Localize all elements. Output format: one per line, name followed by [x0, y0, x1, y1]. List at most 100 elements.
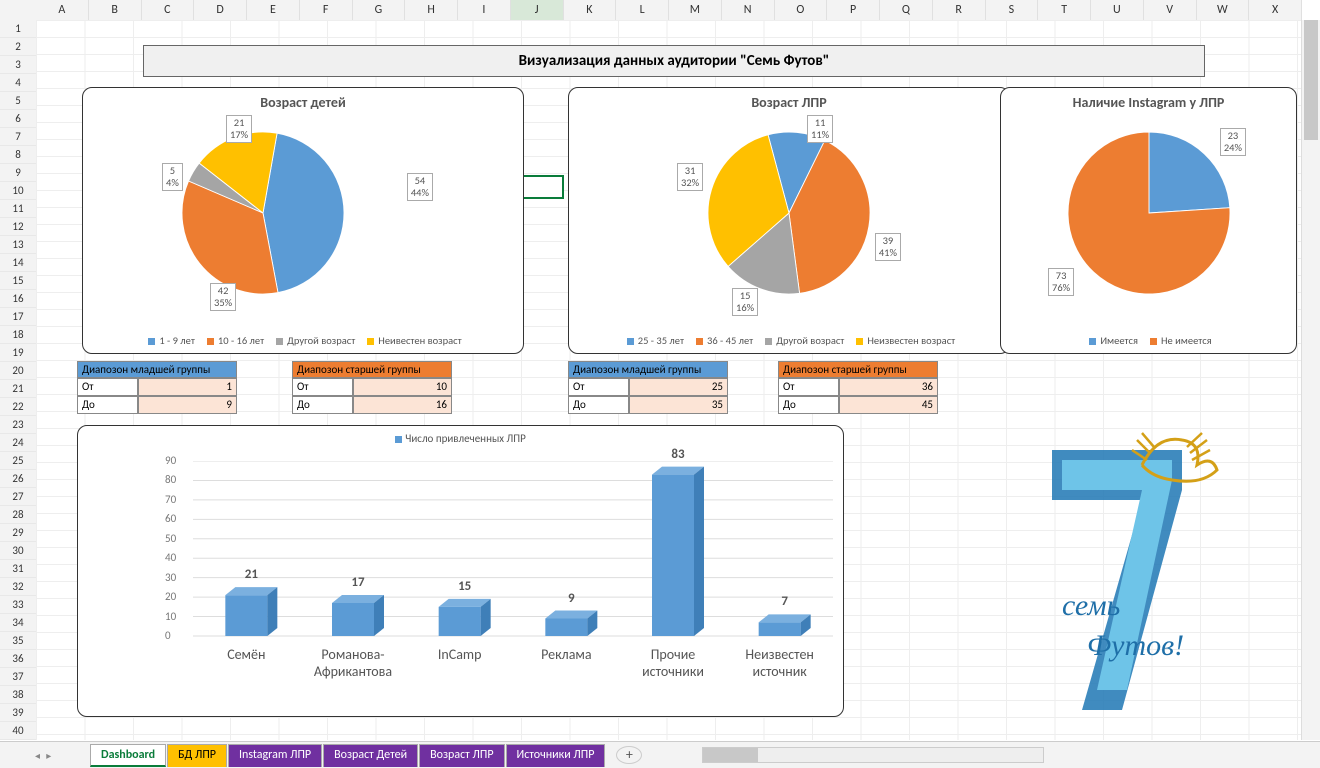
- row-header-1[interactable]: 1: [0, 20, 36, 38]
- row-header-32[interactable]: 32: [0, 578, 36, 596]
- page-title: Визуализация данных аудитории "Семь Футо…: [143, 45, 1205, 77]
- row-header-33[interactable]: 33: [0, 596, 36, 614]
- bar-category: Реклама: [513, 646, 620, 663]
- row-header-25[interactable]: 25: [0, 452, 36, 470]
- col-header-J[interactable]: J: [511, 0, 564, 20]
- bar-legend: Число привлеченных ЛПР: [78, 432, 843, 445]
- select-all-corner[interactable]: [0, 0, 37, 21]
- row-header-18[interactable]: 18: [0, 326, 36, 344]
- row-header-12[interactable]: 12: [0, 218, 36, 236]
- row-header-38[interactable]: 38: [0, 686, 36, 704]
- row-header-15[interactable]: 15: [0, 272, 36, 290]
- row-header-16[interactable]: 16: [0, 290, 36, 308]
- chart-children-age: Возраст детей 5444% 4235% 54% 2117% 1 - …: [82, 87, 524, 354]
- row-header-21[interactable]: 21: [0, 380, 36, 398]
- bar-value: 83: [647, 447, 709, 462]
- row-header-31[interactable]: 31: [0, 560, 36, 578]
- chart-lpr-age: Возраст ЛПР 1111% 3941% 1516% 3132% 25 -…: [568, 87, 1010, 354]
- row-header-29[interactable]: 29: [0, 524, 36, 542]
- y-tick: 30: [165, 571, 176, 584]
- chart-legend: ИмеетсяНе имеется: [1001, 334, 1296, 347]
- y-tick: 70: [165, 493, 176, 506]
- row-header-3[interactable]: 3: [0, 56, 36, 74]
- col-header-X[interactable]: X: [1249, 0, 1302, 20]
- bar-category: Неизвестенисточник: [726, 646, 833, 680]
- col-header-V[interactable]: V: [1144, 0, 1197, 20]
- pie-chart: [699, 123, 879, 303]
- row-header-34[interactable]: 34: [0, 614, 36, 632]
- row-header-6[interactable]: 6: [0, 110, 36, 128]
- sheet-tab[interactable]: Instagram ЛПР: [228, 744, 322, 767]
- row-header-19[interactable]: 19: [0, 344, 36, 362]
- col-header-G[interactable]: G: [353, 0, 406, 20]
- col-header-N[interactable]: N: [722, 0, 775, 20]
- col-header-B[interactable]: B: [89, 0, 142, 20]
- row-header-14[interactable]: 14: [0, 254, 36, 272]
- row-header-7[interactable]: 7: [0, 128, 36, 146]
- col-header-T[interactable]: T: [1038, 0, 1091, 20]
- sheet-tab[interactable]: БД ЛПР: [167, 744, 227, 767]
- bar-category: InCamp: [406, 646, 513, 663]
- row-header-24[interactable]: 24: [0, 434, 36, 452]
- col-header-E[interactable]: E: [247, 0, 300, 20]
- horizontal-scrollbar[interactable]: [702, 747, 1044, 763]
- sheet-tabs: ◂ ▸ DashboardБД ЛПРInstagram ЛПРВозраст …: [0, 741, 1320, 768]
- row-header-28[interactable]: 28: [0, 506, 36, 524]
- sheet-tab[interactable]: Источники ЛПР: [506, 744, 606, 767]
- row-header-5[interactable]: 5: [0, 92, 36, 110]
- y-tick: 60: [165, 512, 176, 525]
- bar-category: Прочиеисточники: [620, 646, 727, 680]
- range-children-old: Диапозон старшей группы От10 До16: [292, 361, 452, 414]
- row-header-17[interactable]: 17: [0, 308, 36, 326]
- col-header-I[interactable]: I: [458, 0, 511, 20]
- col-header-K[interactable]: K: [564, 0, 617, 20]
- row-header-8[interactable]: 8: [0, 146, 36, 164]
- row-header-23[interactable]: 23: [0, 416, 36, 434]
- tab-nav-arrows[interactable]: ◂ ▸: [35, 749, 90, 762]
- row-header-40[interactable]: 40: [0, 722, 36, 740]
- row-headers[interactable]: 1234567891011121314151617181920212223242…: [0, 20, 37, 740]
- col-header-F[interactable]: F: [300, 0, 353, 20]
- row-header-10[interactable]: 10: [0, 182, 36, 200]
- row-header-27[interactable]: 27: [0, 488, 36, 506]
- col-header-W[interactable]: W: [1197, 0, 1250, 20]
- add-sheet-button[interactable]: +: [616, 746, 642, 764]
- col-header-U[interactable]: U: [1091, 0, 1144, 20]
- col-header-L[interactable]: L: [616, 0, 669, 20]
- row-header-26[interactable]: 26: [0, 470, 36, 488]
- chart-title: Наличие Instagram у ЛПР: [1001, 94, 1296, 111]
- row-header-36[interactable]: 36: [0, 650, 36, 668]
- row-header-2[interactable]: 2: [0, 38, 36, 56]
- col-header-O[interactable]: O: [775, 0, 828, 20]
- row-header-22[interactable]: 22: [0, 398, 36, 416]
- spreadsheet-grid[interactable]: Визуализация данных аудитории "Семь Футо…: [36, 20, 1302, 740]
- vertical-scrollbar[interactable]: [1301, 20, 1320, 740]
- bar-chart: [193, 461, 833, 651]
- row-header-30[interactable]: 30: [0, 542, 36, 560]
- row-header-13[interactable]: 13: [0, 236, 36, 254]
- col-header-A[interactable]: A: [36, 0, 89, 20]
- col-header-M[interactable]: M: [669, 0, 722, 20]
- col-header-C[interactable]: C: [142, 0, 195, 20]
- col-header-P[interactable]: P: [827, 0, 880, 20]
- row-header-11[interactable]: 11: [0, 200, 36, 218]
- column-headers[interactable]: ABCDEFGHIJKLMNOPQRSTUVWX: [36, 0, 1302, 21]
- row-header-4[interactable]: 4: [0, 74, 36, 92]
- seven-feet-logo: семь Футов!: [1032, 420, 1232, 710]
- col-header-R[interactable]: R: [933, 0, 986, 20]
- row-header-35[interactable]: 35: [0, 632, 36, 650]
- row-header-39[interactable]: 39: [0, 704, 36, 722]
- chart-sources-bar: Число привлеченных ЛПР 01020304050607080…: [77, 425, 844, 717]
- col-header-Q[interactable]: Q: [880, 0, 933, 20]
- row-header-37[interactable]: 37: [0, 668, 36, 686]
- col-header-D[interactable]: D: [194, 0, 247, 20]
- col-header-H[interactable]: H: [405, 0, 458, 20]
- sheet-tab[interactable]: Возраст Детей: [323, 744, 418, 767]
- bar-category: Романова-Африкантова: [300, 646, 407, 680]
- sheet-tab[interactable]: Dashboard: [90, 744, 166, 767]
- row-header-20[interactable]: 20: [0, 362, 36, 380]
- row-header-9[interactable]: 9: [0, 164, 36, 182]
- bar-value: 7: [754, 594, 816, 609]
- col-header-S[interactable]: S: [986, 0, 1039, 20]
- sheet-tab[interactable]: Возраст ЛПР: [419, 744, 504, 767]
